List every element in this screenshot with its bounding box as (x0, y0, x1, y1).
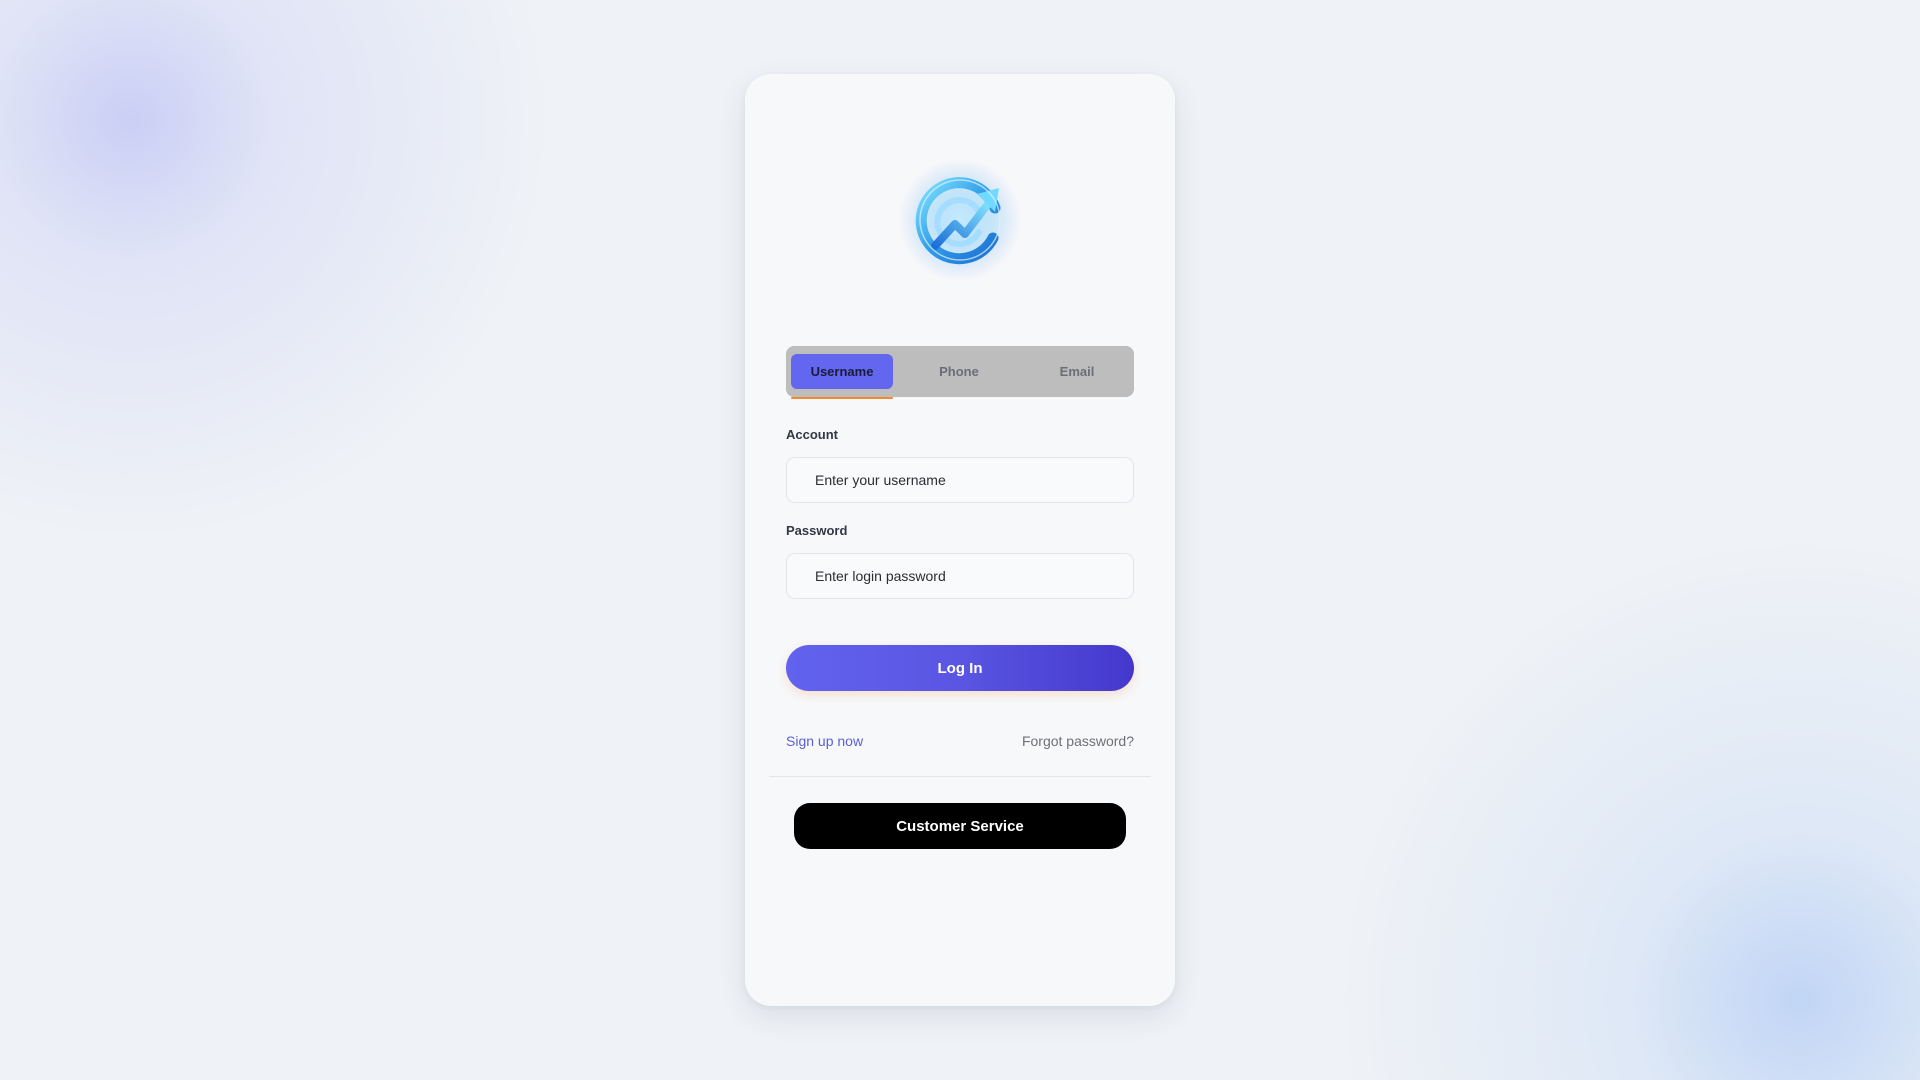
refresh-arrow-logo-icon (895, 154, 1025, 284)
signup-link[interactable]: Sign up now (786, 733, 863, 749)
tab-username[interactable]: Username (791, 354, 893, 399)
login-method-tabs: Username Phone Email (786, 346, 1134, 399)
forgot-password-link[interactable]: Forgot password? (1022, 733, 1134, 749)
password-input[interactable] (786, 553, 1134, 599)
tab-phone[interactable]: Phone (893, 354, 1025, 389)
password-label: Password (786, 523, 848, 538)
login-card: Username Phone Email Account Password Lo… (745, 74, 1175, 1006)
tab-email[interactable]: Email (1025, 354, 1129, 389)
username-input[interactable] (786, 457, 1134, 503)
customer-service-button[interactable]: Customer Service (794, 803, 1126, 849)
account-label: Account (786, 427, 838, 442)
divider (769, 776, 1151, 777)
login-button[interactable]: Log In (786, 645, 1134, 691)
